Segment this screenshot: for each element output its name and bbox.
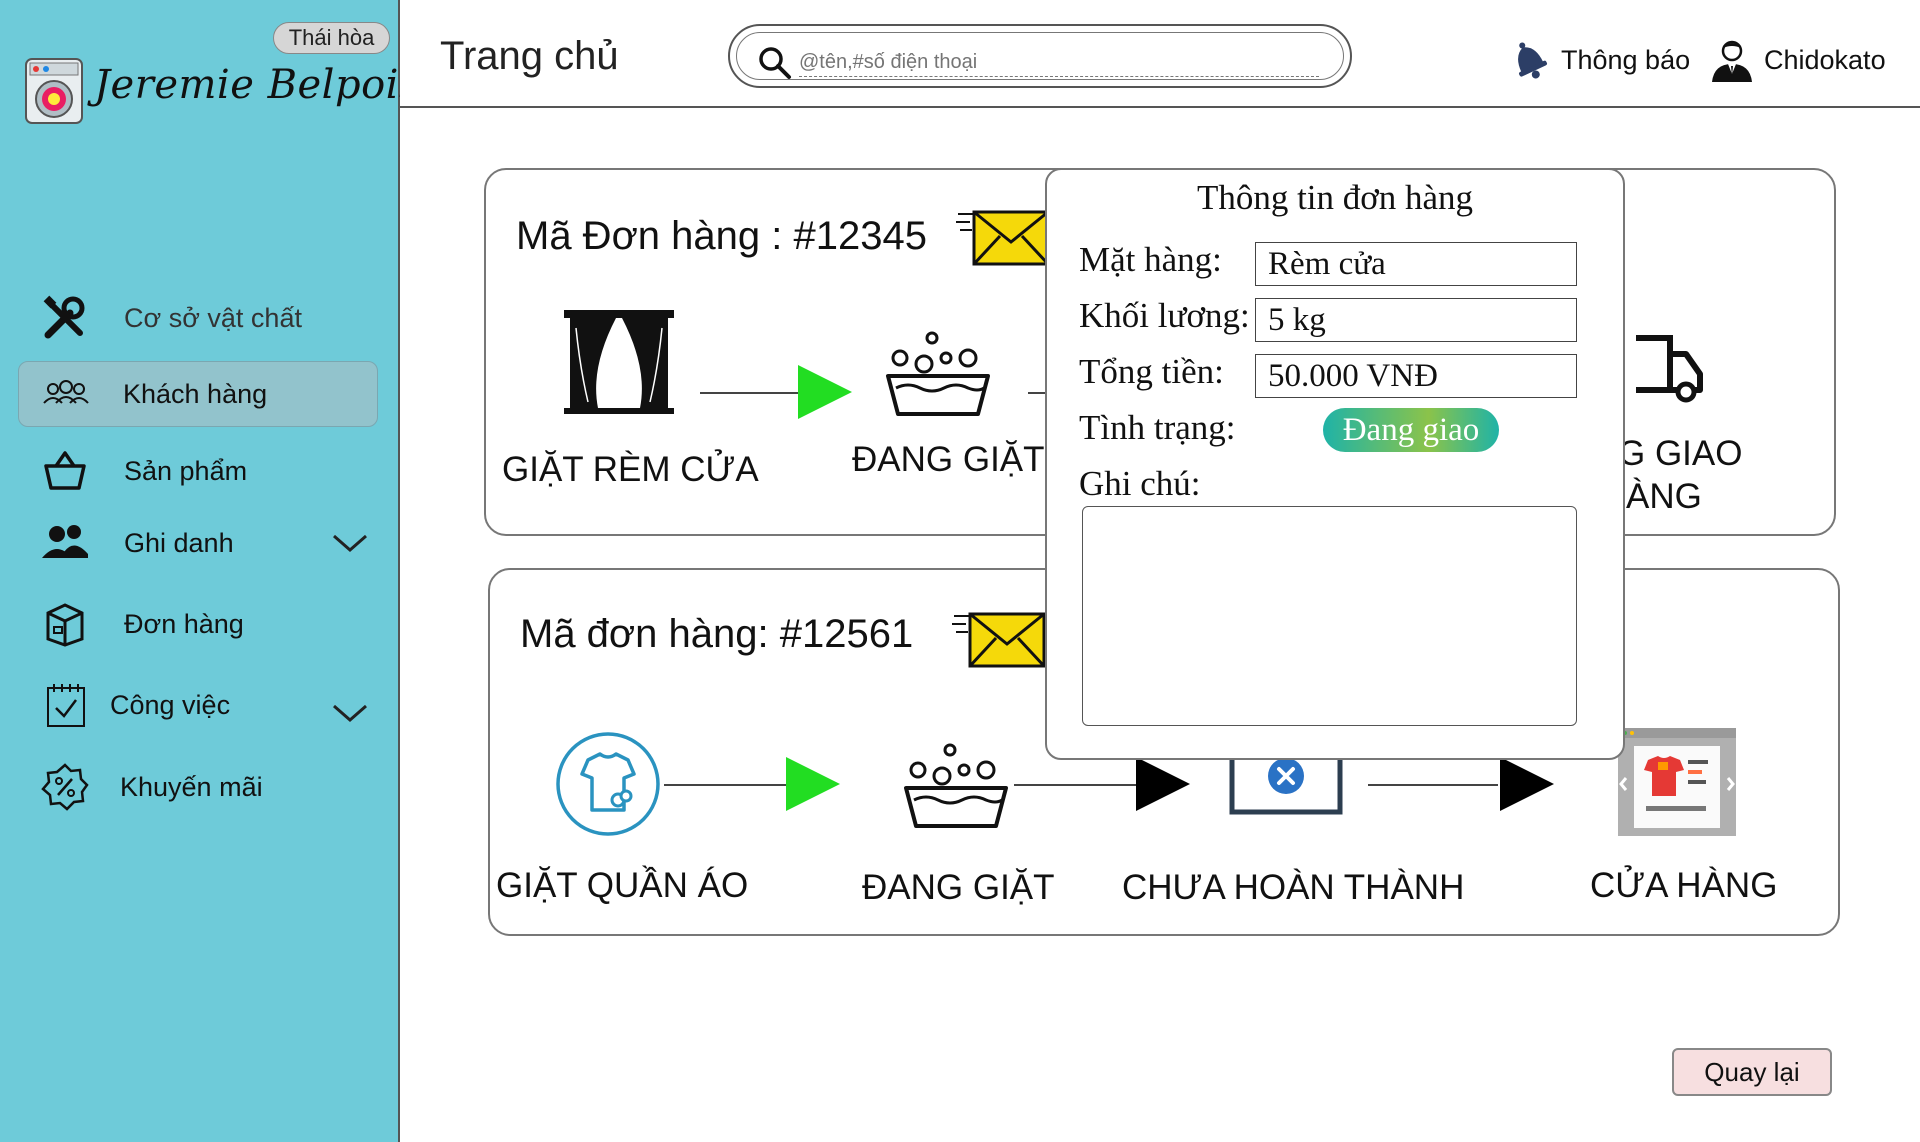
- step-connector: [700, 392, 802, 394]
- page-title: Trang chủ: [440, 34, 619, 78]
- step-label: G GIAO: [1618, 434, 1743, 473]
- note-textarea[interactable]: [1082, 506, 1577, 726]
- sidebar-item-label: Khách hàng: [123, 378, 268, 409]
- discount-icon: [41, 763, 89, 811]
- curtain-icon: [564, 310, 674, 414]
- status-badge[interactable]: Đang giao: [1323, 408, 1499, 452]
- search-input[interactable]: [799, 49, 1319, 77]
- sidebar-item-registration[interactable]: Ghi danh: [18, 510, 378, 576]
- top-header: Trang chủ Thông báo Chi: [400, 0, 1920, 108]
- store-icon: [1618, 728, 1736, 836]
- user-name: Chidokato: [1764, 44, 1886, 75]
- sidebar: Thái hòa Jeremie Belpois Cơ sở vật chất …: [0, 0, 419, 1142]
- sidebar-item-orders[interactable]: Đơn hàng: [18, 591, 378, 657]
- weight-label: Khối lương:: [1079, 296, 1250, 335]
- step-label: ĐANG GIẶT: [852, 440, 1045, 479]
- sidebar-item-label: Cơ sở vật chất: [124, 302, 302, 333]
- order-details-popup: Thông tin đơn hàng Mặt hàng: Rèm cửa Khố…: [1045, 168, 1625, 760]
- mail-icon[interactable]: [950, 608, 1046, 672]
- sidebar-item-label: Ghi danh: [124, 527, 234, 558]
- weight-field[interactable]: 5 kg: [1255, 298, 1577, 342]
- popup-title: Thông tin đơn hàng: [1196, 178, 1474, 217]
- status-label: Tình trạng:: [1079, 408, 1236, 447]
- washing-basin-icon: [886, 331, 990, 416]
- calendar-check-icon: [47, 684, 85, 727]
- sidebar-item-label: Khuyến mãi: [120, 771, 263, 802]
- progress-arrow: [786, 757, 840, 811]
- back-button[interactable]: Quay lại: [1672, 1048, 1832, 1096]
- search-icon[interactable]: [757, 45, 793, 81]
- notifications-button[interactable]: Thông báo: [1505, 36, 1690, 84]
- order-code: Mã đơn hàng: #12561: [520, 612, 914, 656]
- users-icon: [42, 525, 88, 558]
- item-label: Mặt hàng:: [1079, 240, 1222, 279]
- delivery-truck-icon: [1636, 335, 1703, 403]
- sidebar-item-label: Công việc: [110, 689, 231, 720]
- sidebar-item-promotions[interactable]: Khuyến mãi: [18, 754, 378, 820]
- step-label: ÀNG: [1626, 477, 1702, 516]
- progress-arrow: [1136, 757, 1190, 811]
- step-connector: [1368, 784, 1498, 786]
- chevron-down-icon[interactable]: [330, 528, 370, 558]
- sidebar-item-label: Sản phẩm: [124, 455, 248, 486]
- notifications-label: Thông báo: [1561, 44, 1691, 75]
- progress-arrow: [1500, 757, 1554, 811]
- search-bar-inner: [736, 32, 1344, 80]
- basket-icon: [44, 451, 86, 490]
- tools-icon: [43, 295, 85, 339]
- step-label: CỬA HÀNG: [1590, 866, 1778, 905]
- step-label: CHƯA HOÀN THÀNH: [1122, 868, 1465, 907]
- sidebar-item-facilities[interactable]: Cơ sở vật chất: [18, 285, 378, 351]
- order-code: Mã Đơn hàng : #12345: [516, 214, 927, 258]
- search-bar: [728, 24, 1352, 88]
- washing-basin-icon: [904, 743, 1008, 828]
- branch-badge[interactable]: Thái hòa: [273, 22, 390, 54]
- step-label: GIẶT QUẦN ÁO: [496, 866, 749, 905]
- item-field[interactable]: Rèm cửa: [1255, 242, 1577, 286]
- mail-icon[interactable]: [954, 206, 1050, 270]
- step-label: ĐANG GIẶT: [862, 868, 1055, 907]
- sidebar-item-customers[interactable]: Khách hàng: [18, 361, 378, 427]
- total-label: Tổng tiền:: [1079, 352, 1224, 391]
- bell-icon: [1518, 42, 1548, 79]
- step-connector: [1014, 784, 1140, 786]
- laundry-shirt-icon: [556, 732, 660, 836]
- package-icon: [46, 603, 84, 647]
- washing-machine-logo-icon: [25, 58, 83, 124]
- progress-arrow: [798, 365, 852, 419]
- customers-icon: [43, 380, 89, 404]
- user-menu[interactable]: Chidokato: [1708, 36, 1886, 84]
- sidebar-item-tasks[interactable]: Công việc: [18, 672, 378, 738]
- sidebar-item-label: Đơn hàng: [124, 608, 244, 639]
- step-connector: [664, 784, 792, 786]
- note-label: Ghi chú:: [1079, 464, 1201, 503]
- sidebar-item-products[interactable]: Sản phẩm: [18, 438, 378, 504]
- chevron-down-icon[interactable]: [330, 698, 370, 728]
- total-field[interactable]: 50.000 VNĐ: [1255, 354, 1577, 398]
- step-label: GIẶT RÈM CỬA: [502, 450, 759, 489]
- user-avatar-icon: [1712, 40, 1752, 82]
- brand-name: Jeremie Belpois: [94, 62, 420, 108]
